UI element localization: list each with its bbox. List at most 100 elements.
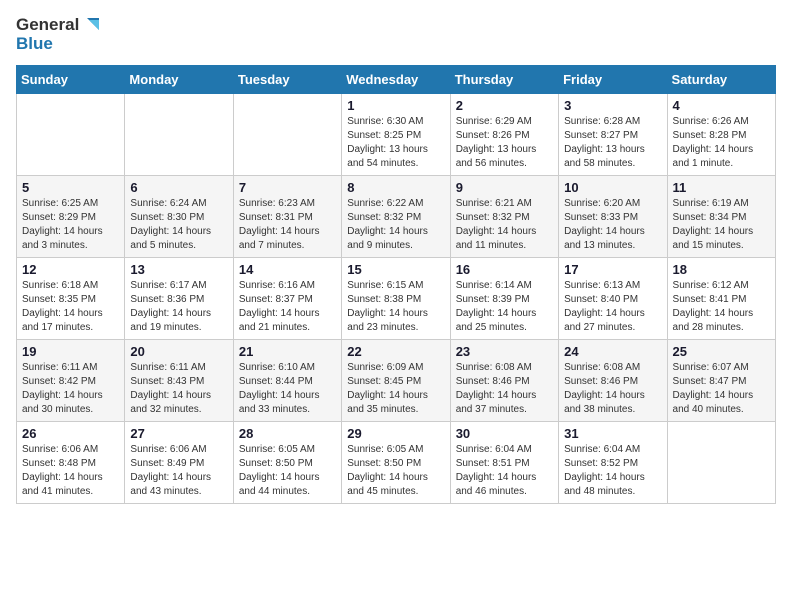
day-number: 18 — [673, 262, 770, 277]
table-row: 11 Sunrise: 6:19 AMSunset: 8:34 PMDayligh… — [667, 176, 775, 258]
header-sunday: Sunday — [17, 66, 125, 94]
cell-content: Sunrise: 6:16 AMSunset: 8:37 PMDaylight:… — [239, 279, 336, 335]
day-number: 22 — [347, 344, 444, 359]
logo: General Blue — [16, 16, 99, 53]
day-number: 16 — [456, 262, 553, 277]
table-row: 7 Sunrise: 6:23 AMSunset: 8:31 PMDaylight… — [233, 176, 341, 258]
day-number: 17 — [564, 262, 661, 277]
logo-general-text: General — [16, 16, 79, 35]
table-row — [125, 94, 233, 176]
logo-triangle-icon — [81, 16, 99, 34]
day-number: 21 — [239, 344, 336, 359]
day-number: 23 — [456, 344, 553, 359]
header-thursday: Thursday — [450, 66, 558, 94]
cell-content: Sunrise: 6:15 AMSunset: 8:38 PMDaylight:… — [347, 279, 444, 335]
table-row: 27 Sunrise: 6:06 AMSunset: 8:49 PMDayligh… — [125, 422, 233, 504]
table-row: 4 Sunrise: 6:26 AMSunset: 8:28 PMDaylight… — [667, 94, 775, 176]
day-number: 9 — [456, 180, 553, 195]
calendar-week-2: 5 Sunrise: 6:25 AMSunset: 8:29 PMDaylight… — [17, 176, 776, 258]
cell-content: Sunrise: 6:26 AMSunset: 8:28 PMDaylight:… — [673, 115, 770, 171]
table-row: 12 Sunrise: 6:18 AMSunset: 8:35 PMDayligh… — [17, 258, 125, 340]
header-saturday: Saturday — [667, 66, 775, 94]
cell-content: Sunrise: 6:30 AMSunset: 8:25 PMDaylight:… — [347, 115, 444, 171]
cell-content: Sunrise: 6:07 AMSunset: 8:47 PMDaylight:… — [673, 361, 770, 417]
cell-content: Sunrise: 6:22 AMSunset: 8:32 PMDaylight:… — [347, 197, 444, 253]
cell-content: Sunrise: 6:06 AMSunset: 8:48 PMDaylight:… — [22, 443, 119, 499]
cell-content: Sunrise: 6:24 AMSunset: 8:30 PMDaylight:… — [130, 197, 227, 253]
day-number: 5 — [22, 180, 119, 195]
cell-content: Sunrise: 6:19 AMSunset: 8:34 PMDaylight:… — [673, 197, 770, 253]
cell-content: Sunrise: 6:11 AMSunset: 8:42 PMDaylight:… — [22, 361, 119, 417]
day-number: 7 — [239, 180, 336, 195]
table-row: 16 Sunrise: 6:14 AMSunset: 8:39 PMDayligh… — [450, 258, 558, 340]
table-row: 29Sunrise: 6:05 AMSunset: 8:50 PMDayligh… — [342, 422, 450, 504]
table-row: 22Sunrise: 6:09 AMSunset: 8:45 PMDayligh… — [342, 340, 450, 422]
cell-content: Sunrise: 6:05 AMSunset: 8:50 PMDaylight:… — [239, 443, 336, 499]
header: General Blue — [16, 16, 776, 53]
table-row: 24 Sunrise: 6:08 AMSunset: 8:46 PMDayligh… — [559, 340, 667, 422]
day-number: 3 — [564, 98, 661, 113]
table-row — [233, 94, 341, 176]
cell-content: Sunrise: 6:04 AMSunset: 8:52 PMDaylight:… — [564, 443, 661, 499]
day-number: 11 — [673, 180, 770, 195]
table-row: 20Sunrise: 6:11 AMSunset: 8:43 PMDayligh… — [125, 340, 233, 422]
day-number: 19 — [22, 344, 119, 359]
day-number: 24 — [564, 344, 661, 359]
calendar-week-4: 19 Sunrise: 6:11 AMSunset: 8:42 PMDayligh… — [17, 340, 776, 422]
cell-content: Sunrise: 6:13 AMSunset: 8:40 PMDaylight:… — [564, 279, 661, 335]
day-number: 6 — [130, 180, 227, 195]
cell-content: Sunrise: 6:10 AMSunset: 8:44 PMDaylight:… — [239, 361, 336, 417]
header-wednesday: Wednesday — [342, 66, 450, 94]
day-number: 27 — [130, 426, 227, 441]
cell-content: Sunrise: 6:25 AMSunset: 8:29 PMDaylight:… — [22, 197, 119, 253]
cell-content: Sunrise: 6:23 AMSunset: 8:31 PMDaylight:… — [239, 197, 336, 253]
table-row: 10 Sunrise: 6:20 AMSunset: 8:33 PMDayligh… — [559, 176, 667, 258]
cell-content: Sunrise: 6:29 AMSunset: 8:26 PMDaylight:… — [456, 115, 553, 171]
cell-content: Sunrise: 6:14 AMSunset: 8:39 PMDaylight:… — [456, 279, 553, 335]
table-row: 5 Sunrise: 6:25 AMSunset: 8:29 PMDaylight… — [17, 176, 125, 258]
calendar-week-3: 12 Sunrise: 6:18 AMSunset: 8:35 PMDayligh… — [17, 258, 776, 340]
day-number: 10 — [564, 180, 661, 195]
header-monday: Monday — [125, 66, 233, 94]
cell-content: Sunrise: 6:18 AMSunset: 8:35 PMDaylight:… — [22, 279, 119, 335]
day-number: 28 — [239, 426, 336, 441]
calendar-header-row: SundayMondayTuesdayWednesdayThursdayFrid… — [17, 66, 776, 94]
table-row — [667, 422, 775, 504]
day-number: 25 — [673, 344, 770, 359]
table-row: 18Sunrise: 6:12 AMSunset: 8:41 PMDayligh… — [667, 258, 775, 340]
cell-content: Sunrise: 6:08 AMSunset: 8:46 PMDaylight:… — [564, 361, 661, 417]
day-number: 4 — [673, 98, 770, 113]
table-row: 30 Sunrise: 6:04 AMSunset: 8:51 PMDayligh… — [450, 422, 558, 504]
header-tuesday: Tuesday — [233, 66, 341, 94]
logo-blue-text: Blue — [16, 35, 99, 54]
cell-content: Sunrise: 6:28 AMSunset: 8:27 PMDaylight:… — [564, 115, 661, 171]
cell-content: Sunrise: 6:05 AMSunset: 8:50 PMDaylight:… — [347, 443, 444, 499]
day-number: 8 — [347, 180, 444, 195]
day-number: 31 — [564, 426, 661, 441]
calendar-table: SundayMondayTuesdayWednesdayThursdayFrid… — [16, 65, 776, 504]
table-row: 21 Sunrise: 6:10 AMSunset: 8:44 PMDayligh… — [233, 340, 341, 422]
day-number: 14 — [239, 262, 336, 277]
table-row: 26 Sunrise: 6:06 AMSunset: 8:48 PMDayligh… — [17, 422, 125, 504]
cell-content: Sunrise: 6:06 AMSunset: 8:49 PMDaylight:… — [130, 443, 227, 499]
day-number: 13 — [130, 262, 227, 277]
cell-content: Sunrise: 6:20 AMSunset: 8:33 PMDaylight:… — [564, 197, 661, 253]
cell-content: Sunrise: 6:17 AMSunset: 8:36 PMDaylight:… — [130, 279, 227, 335]
table-row: 17 Sunrise: 6:13 AMSunset: 8:40 PMDayligh… — [559, 258, 667, 340]
day-number: 2 — [456, 98, 553, 113]
table-row: 14 Sunrise: 6:16 AMSunset: 8:37 PMDayligh… — [233, 258, 341, 340]
table-row: 9 Sunrise: 6:21 AMSunset: 8:32 PMDaylight… — [450, 176, 558, 258]
cell-content: Sunrise: 6:11 AMSunset: 8:43 PMDaylight:… — [130, 361, 227, 417]
day-number: 30 — [456, 426, 553, 441]
table-row: 8 Sunrise: 6:22 AMSunset: 8:32 PMDaylight… — [342, 176, 450, 258]
calendar-week-5: 26 Sunrise: 6:06 AMSunset: 8:48 PMDayligh… — [17, 422, 776, 504]
day-number: 12 — [22, 262, 119, 277]
cell-content: Sunrise: 6:08 AMSunset: 8:46 PMDaylight:… — [456, 361, 553, 417]
logo-container: General Blue — [16, 16, 99, 53]
table-row: 6 Sunrise: 6:24 AMSunset: 8:30 PMDaylight… — [125, 176, 233, 258]
day-number: 26 — [22, 426, 119, 441]
table-row: 3 Sunrise: 6:28 AMSunset: 8:27 PMDaylight… — [559, 94, 667, 176]
cell-content: Sunrise: 6:21 AMSunset: 8:32 PMDaylight:… — [456, 197, 553, 253]
calendar-week-1: 1Sunrise: 6:30 AMSunset: 8:25 PMDaylight… — [17, 94, 776, 176]
cell-content: Sunrise: 6:04 AMSunset: 8:51 PMDaylight:… — [456, 443, 553, 499]
